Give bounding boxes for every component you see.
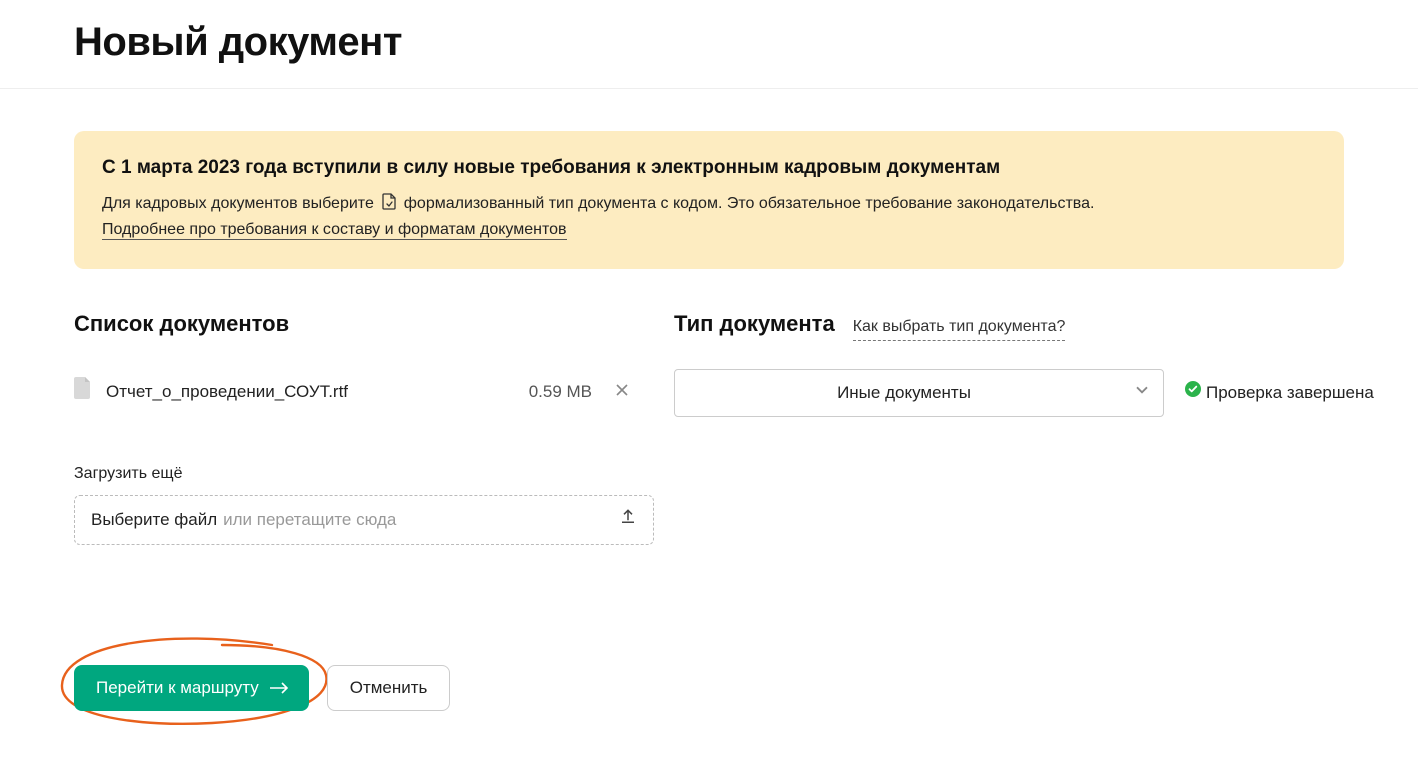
file-icon <box>74 377 92 406</box>
cancel-button[interactable]: Отменить <box>327 665 451 711</box>
select-value: Иные документы <box>837 383 971 402</box>
info-banner: С 1 марта 2023 года вступили в силу новы… <box>74 131 1344 269</box>
banner-text-prefix: Для кадровых документов выберите <box>102 195 374 212</box>
file-dropzone[interactable]: Выберите файл или перетащите сюда <box>74 495 654 545</box>
go-to-route-button[interactable]: Перейти к маршруту <box>74 665 309 711</box>
file-row: Отчет_о_проведении_СОУТ.rtf 0.59 MB <box>74 368 634 416</box>
type-section-title: Тип документа <box>674 309 835 340</box>
arrow-right-icon <box>269 681 289 695</box>
banner-more-link[interactable]: Подробнее про требования к составу и фор… <box>102 221 567 240</box>
close-icon <box>614 382 630 401</box>
check-circle-icon <box>1184 380 1202 405</box>
validation-status: Проверка завершена <box>1184 380 1374 405</box>
banner-text-suffix: формализованный тип документа с кодом. Э… <box>404 195 1095 212</box>
file-size: 0.59 MB <box>529 380 592 404</box>
upload-more-label: Загрузить ещё <box>74 463 1344 485</box>
upload-icon <box>619 507 637 532</box>
remove-file-button[interactable] <box>610 378 634 405</box>
document-type-select[interactable]: Иные документы <box>674 369 1164 417</box>
banner-title: С 1 марта 2023 года вступили в силу новы… <box>102 155 1316 182</box>
dropzone-action-text: Выберите файл <box>91 508 217 532</box>
status-text: Проверка завершена <box>1206 381 1374 405</box>
type-help-link[interactable]: Как выбрать тип документа? <box>853 316 1066 340</box>
dropzone-hint-text: или перетащите сюда <box>223 508 396 532</box>
primary-button-label: Перейти к маршруту <box>96 678 259 698</box>
docs-section-title: Список документов <box>74 309 289 340</box>
file-name: Отчет_о_проведении_СОУТ.rtf <box>106 380 515 404</box>
page-header: Новый документ <box>0 0 1418 89</box>
page-title: Новый документ <box>74 14 1418 70</box>
document-icon <box>382 193 397 219</box>
banner-body: Для кадровых документов выберите формали… <box>102 192 1316 244</box>
